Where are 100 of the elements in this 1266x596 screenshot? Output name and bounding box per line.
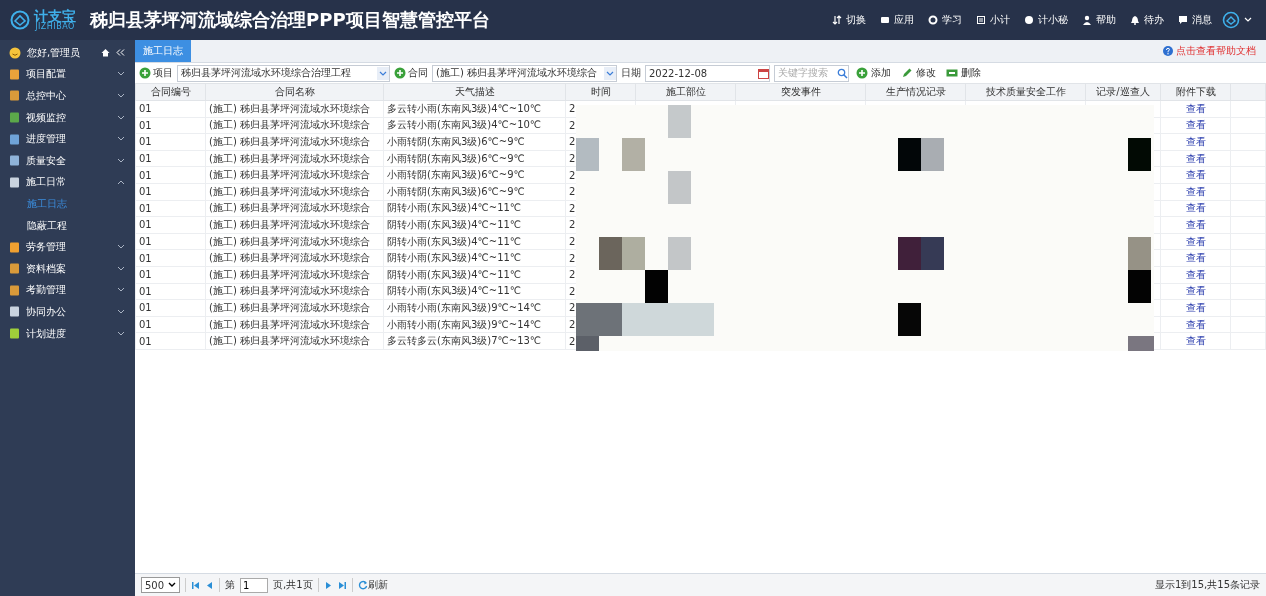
menu-item[interactable]: 计小秘 (1024, 13, 1068, 27)
menu-item[interactable]: 学习 (928, 13, 962, 27)
field-label: 合同 (408, 66, 428, 80)
nav-item[interactable]: 质量安全 (0, 149, 135, 172)
contract-select[interactable]: (施工) 秭归县茅坪河流域水环境综合 (432, 64, 617, 82)
chevron-down-icon (117, 308, 125, 315)
chevron-down-icon (117, 93, 125, 99)
nav-item[interactable]: 资料档案 (0, 257, 135, 280)
module-icon (9, 155, 20, 167)
table-cell: 01 (135, 266, 206, 284)
table-cell: 01 (135, 332, 206, 350)
record-summary: 显示1到15,共15条记录 (1155, 578, 1260, 592)
refresh-button[interactable]: 刷新 (357, 578, 388, 592)
last-page-icon[interactable] (337, 580, 347, 590)
table-cell: (施工) 秭归县茅坪河流域水环境综合 (205, 183, 384, 201)
column-header[interactable]: 合同名称 (205, 83, 384, 101)
nav-subitem[interactable]: 隐蔽工程 (0, 214, 135, 237)
add-button[interactable]: 添加 (853, 66, 894, 80)
column-header[interactable]: 附件下载 (1160, 83, 1231, 101)
view-link[interactable]: 查看 (1185, 102, 1206, 114)
home-icon[interactable] (101, 48, 110, 58)
next-page-icon[interactable] (323, 580, 333, 590)
pencil-icon (901, 67, 913, 79)
column-header[interactable]: 天气描述 (383, 83, 566, 101)
bell-icon (1130, 15, 1140, 25)
previous-page-icon[interactable] (205, 580, 215, 590)
nav-item[interactable]: 总控中心 (0, 85, 135, 107)
table-cell: 小雨转小雨(东南风3级)9℃~14℃ (383, 316, 566, 333)
view-link[interactable]: 查看 (1185, 218, 1206, 230)
menu-item[interactable]: 帮助 (1082, 13, 1116, 27)
message-icon (1178, 15, 1188, 25)
add-icon[interactable] (139, 67, 151, 79)
view-link[interactable]: 查看 (1185, 268, 1206, 280)
table-cell: 多云转多云(东南风3级)7℃~13℃ (383, 332, 566, 350)
add-icon (856, 67, 868, 79)
table-cell: 01 (135, 283, 206, 300)
module-icon (9, 90, 20, 102)
table-cell: (施工) 秭归县茅坪河流域水环境综合 (205, 266, 384, 284)
chevron-down-icon (117, 71, 125, 78)
first-page-icon[interactable] (191, 580, 201, 590)
table-cell: 01 (135, 117, 206, 134)
nav-item[interactable]: 计划进度 (0, 322, 135, 345)
column-header[interactable]: 突发事件 (735, 83, 866, 101)
column-header[interactable]: 施工部位 (635, 83, 736, 101)
nav-item[interactable]: 施工日常 (0, 171, 135, 194)
greeting-text: 您好,管理员 (27, 45, 82, 60)
help-link[interactable]: 点击查看帮助文档 (1176, 44, 1256, 58)
module-icon (9, 176, 20, 188)
column-header[interactable]: 技术质量安全工作 (965, 83, 1086, 101)
view-link[interactable]: 查看 (1185, 252, 1206, 264)
nav-item[interactable]: 考勤管理 (0, 279, 135, 302)
page-input[interactable]: 1 (240, 577, 269, 593)
table-cell: (施工) 秭归县茅坪河流域水环境综合 (205, 316, 384, 333)
help-icon[interactable] (1163, 46, 1173, 56)
nav-item[interactable]: 视频监控 (0, 106, 135, 129)
column-header[interactable]: 生产情况记录 (865, 83, 966, 101)
view-link[interactable]: 查看 (1185, 301, 1206, 313)
nav-item[interactable]: 进度管理 (0, 128, 135, 150)
column-header[interactable]: 记录/巡查人 (1085, 83, 1161, 101)
chevron-down-icon (117, 114, 125, 121)
module-icon (9, 112, 20, 124)
nav-item[interactable]: 协同办公 (0, 301, 135, 323)
project-select[interactable]: 秭归县茅坪河流域水环境综合治理工程 (177, 64, 390, 82)
column-header[interactable]: 时间 (565, 83, 636, 101)
calendar-icon[interactable] (758, 67, 769, 79)
table-cell: (施工) 秭归县茅坪河流域水环境综合 (205, 100, 384, 118)
date-field[interactable]: 2022-12-08 (645, 64, 770, 82)
chevron-down-icon (117, 244, 125, 251)
chevron-down-icon (117, 330, 125, 337)
menu-item[interactable]: 待办 (1130, 13, 1164, 27)
table-cell: 小雨转阴(东南风3级)6℃~9℃ (383, 133, 566, 151)
delete-button[interactable]: 删除 (943, 66, 984, 80)
table-cell: (施工) 秭归县茅坪河流域水环境综合 (205, 166, 384, 184)
edit-button[interactable]: 修改 (898, 66, 939, 80)
add-icon[interactable] (394, 67, 406, 79)
user-menu[interactable] (1222, 11, 1252, 29)
menu-item[interactable]: 切换 (832, 13, 866, 27)
column-header[interactable]: 合同编号 (135, 83, 206, 101)
view-link[interactable]: 查看 (1185, 335, 1206, 347)
nav-item[interactable]: 项目配置 (0, 63, 135, 86)
menu-item[interactable]: 消息 (1178, 13, 1212, 27)
table-cell: 阴转小雨(东风3级)4℃~11℃ (383, 233, 566, 250)
chevron-down-icon (117, 265, 125, 272)
smiley-icon (9, 46, 21, 59)
dropdown-icon (604, 66, 616, 80)
view-link[interactable]: 查看 (1185, 169, 1206, 181)
view-link[interactable]: 查看 (1185, 185, 1206, 197)
collapse-icon[interactable] (116, 48, 125, 58)
menu-item[interactable]: 小计 (976, 13, 1010, 27)
menu-item[interactable]: 应用 (880, 13, 914, 27)
ring-icon (928, 15, 938, 25)
nav-item[interactable]: 劳务管理 (0, 236, 135, 258)
table-cell: 多云转小雨(东南风3级)4℃~10℃ (383, 100, 566, 118)
field-label: 日期 (621, 66, 641, 80)
table-cell: 01 (135, 133, 206, 151)
view-link[interactable]: 查看 (1185, 136, 1206, 147)
chevron-down-icon (117, 136, 125, 143)
table-cell: 01 (135, 183, 206, 201)
module-icon (9, 328, 20, 339)
page-size-select[interactable]: 500 (141, 577, 181, 593)
